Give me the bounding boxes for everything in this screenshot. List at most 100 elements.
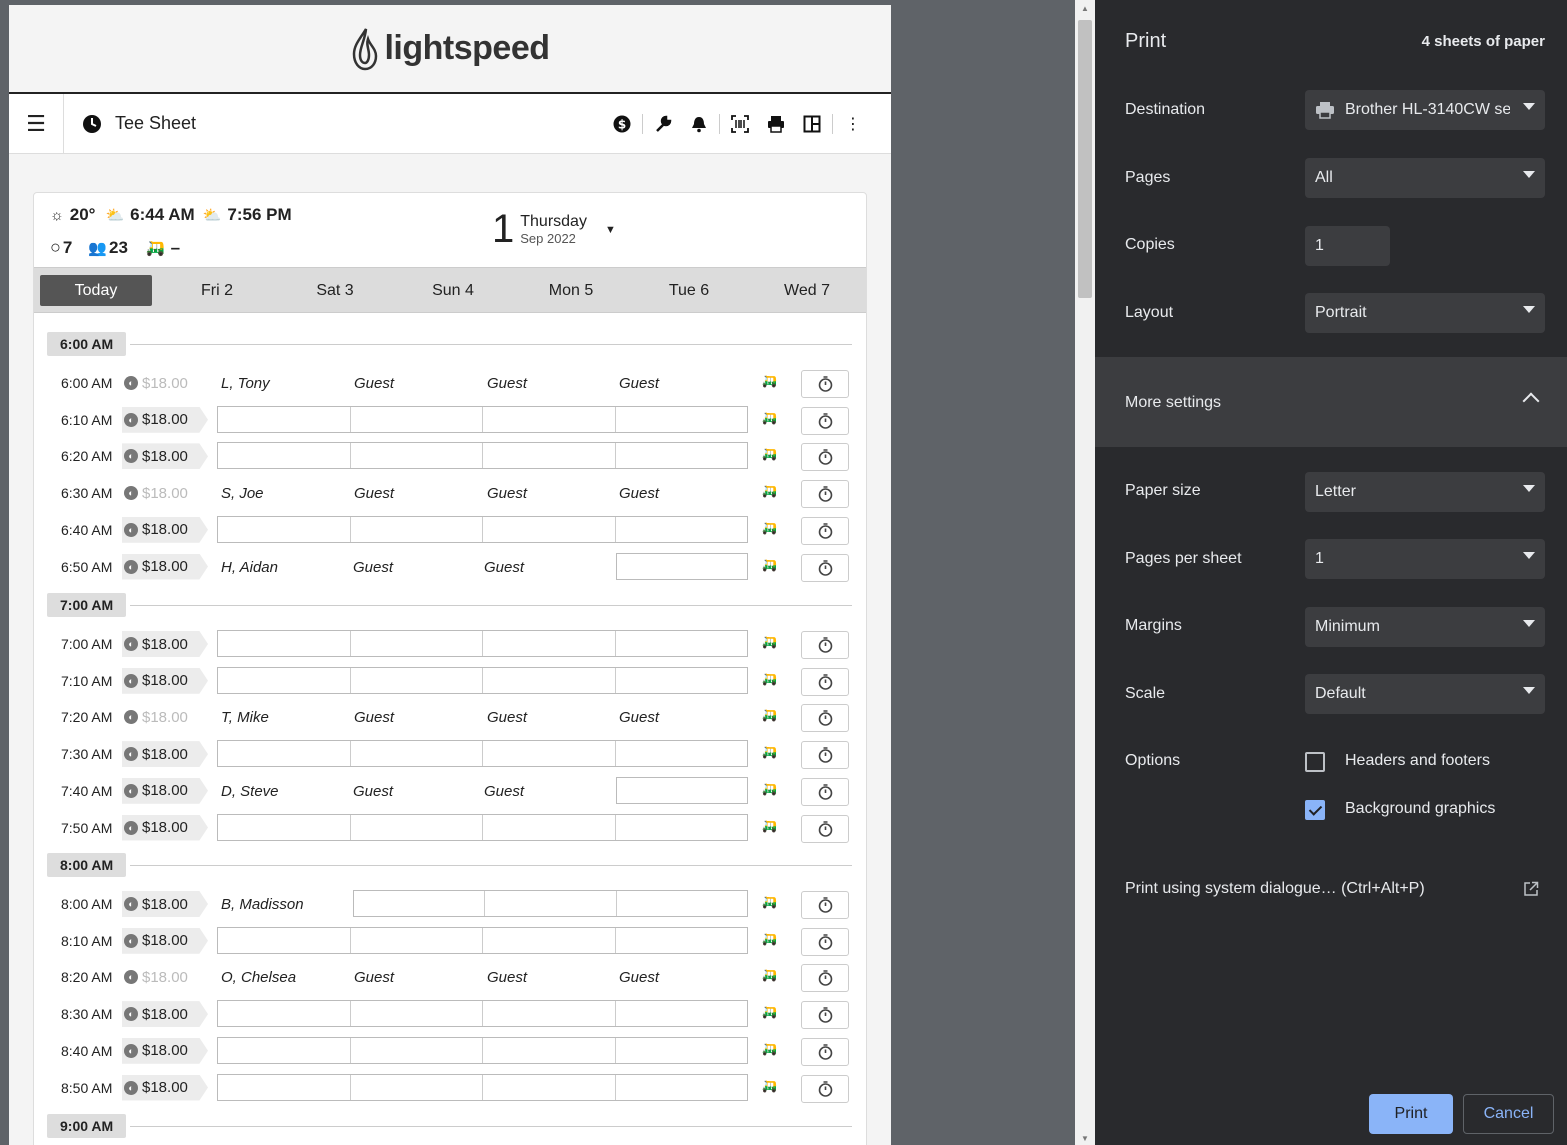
stopwatch-icon[interactable] <box>801 631 849 659</box>
player-name[interactable]: O, Chelsea <box>221 969 296 986</box>
player-name[interactable]: Guest <box>487 709 527 726</box>
player-name[interactable]: Guest <box>487 375 527 392</box>
empty-booking-slot[interactable] <box>616 776 748 804</box>
empty-booking-slot[interactable] <box>217 740 748 768</box>
golf-cart-icon[interactable]: 🛺 <box>762 895 777 909</box>
golf-cart-icon[interactable]: 🛺 <box>762 374 777 388</box>
player-name[interactable]: Guest <box>484 559 524 576</box>
tee-time-row[interactable]: 6:50 AM ◐ $18.00 H, Aidan Guest Guest 🛺 <box>34 552 868 582</box>
stopwatch-icon[interactable] <box>801 964 849 993</box>
golf-cart-icon[interactable]: 🛺 <box>762 521 777 535</box>
stopwatch-icon[interactable] <box>801 927 849 956</box>
headers-footers-label[interactable]: Headers and footers <box>1345 752 1490 770</box>
tee-time-row[interactable]: 8:40 AM ◐ $18.00 🛺 <box>34 1036 868 1066</box>
scroll-up-arrow-icon[interactable]: ▲ <box>1081 4 1089 13</box>
golf-cart-icon[interactable]: 🛺 <box>762 819 777 833</box>
golf-cart-icon[interactable]: 🛺 <box>762 745 777 759</box>
tee-time-row[interactable]: 7:30 AM ◐ $18.00 🛺 <box>34 739 868 770</box>
pages-select[interactable]: All <box>1305 158 1545 198</box>
paper-size-select[interactable]: Letter <box>1305 472 1545 512</box>
stopwatch-icon[interactable] <box>801 777 849 806</box>
background-graphics-checkbox[interactable] <box>1305 800 1325 820</box>
tee-time-row[interactable]: 6:10 AM ◐ $18.00 🛺 <box>34 405 868 435</box>
golf-cart-icon[interactable]: 🛺 <box>762 1042 777 1056</box>
day-tab[interactable]: Today <box>40 274 152 306</box>
player-name[interactable]: B, Madisson <box>221 896 304 913</box>
tee-time-row[interactable]: 7:40 AM ◐ $18.00 D, Steve Guest Guest 🛺 <box>34 776 868 806</box>
day-tab[interactable]: Sat 3 <box>276 275 394 306</box>
empty-booking-slot[interactable] <box>217 1073 748 1101</box>
destination-select[interactable]: Brother HL-3140CW se <box>1305 90 1545 130</box>
stopwatch-icon[interactable] <box>801 443 849 472</box>
pages-per-sheet-select[interactable]: 1 <box>1305 539 1545 579</box>
player-name[interactable]: L, Tony <box>221 375 270 392</box>
stopwatch-icon[interactable] <box>801 741 849 770</box>
scale-select[interactable]: Default <box>1305 674 1545 714</box>
more-vertical-icon[interactable]: ⋮ <box>835 109 871 139</box>
stopwatch-icon[interactable] <box>801 1037 849 1066</box>
headers-footers-checkbox[interactable] <box>1305 752 1325 772</box>
tee-time-row[interactable]: 6:40 AM ◐ $18.00 🛺 <box>34 515 868 545</box>
margins-select[interactable]: Minimum <box>1305 607 1545 647</box>
tee-time-row[interactable]: 7:50 AM ◐ $18.00 🛺 <box>34 813 868 843</box>
empty-booking-slot[interactable] <box>217 630 748 657</box>
tee-time-row[interactable]: 6:20 AM ◐ $18.00 🛺 <box>34 441 868 472</box>
scroll-down-arrow-icon[interactable]: ▼ <box>1081 1134 1089 1143</box>
layout-view-icon[interactable] <box>794 109 830 139</box>
print-button[interactable]: Print <box>1369 1094 1453 1134</box>
golf-cart-icon[interactable]: 🛺 <box>762 635 777 649</box>
player-name[interactable]: Guest <box>619 485 659 502</box>
player-name[interactable]: Guest <box>619 375 659 392</box>
player-name[interactable]: Guest <box>354 375 394 392</box>
stopwatch-icon[interactable] <box>801 704 849 733</box>
player-name[interactable]: Guest <box>487 485 527 502</box>
player-name[interactable]: Guest <box>354 969 394 986</box>
tee-time-row[interactable]: 8:20 AM ◐ $18.00 O, Chelsea Guest Guest Guest 🛺 <box>34 962 868 993</box>
more-settings-toggle[interactable]: More settings <box>1095 357 1567 447</box>
player-name[interactable]: Guest <box>354 485 394 502</box>
day-tab[interactable]: Sun 4 <box>394 275 512 306</box>
empty-booking-slot[interactable] <box>217 1036 748 1064</box>
player-name[interactable]: Guest <box>353 559 393 576</box>
open-external-icon[interactable] <box>1523 881 1539 897</box>
tee-time-row[interactable]: 7:20 AM ◐ $18.00 T, Mike Guest Guest Guest 🛺 <box>34 702 868 733</box>
golf-cart-icon[interactable]: 🛺 <box>762 782 777 796</box>
layout-select[interactable]: Portrait <box>1305 293 1545 333</box>
player-name[interactable]: Guest <box>353 783 393 800</box>
golf-cart-icon[interactable]: 🛺 <box>762 447 777 461</box>
system-dialog-link[interactable]: Print using system dialogue… (Ctrl+Alt+P… <box>1125 880 1425 898</box>
golf-cart-icon[interactable]: 🛺 <box>762 1005 777 1019</box>
stopwatch-icon[interactable] <box>801 891 849 919</box>
day-tab[interactable]: Tue 6 <box>630 275 748 306</box>
printer-icon[interactable] <box>758 109 794 139</box>
golf-cart-icon[interactable]: 🛺 <box>762 558 777 572</box>
wrench-icon[interactable] <box>645 109 681 139</box>
stopwatch-icon[interactable] <box>801 553 849 582</box>
player-name[interactable]: Guest <box>487 969 527 986</box>
player-name[interactable]: Guest <box>619 969 659 986</box>
cancel-button[interactable]: Cancel <box>1463 1094 1554 1134</box>
scroll-thumb[interactable] <box>1078 20 1092 298</box>
player-name[interactable]: Guest <box>619 709 659 726</box>
empty-booking-slot[interactable] <box>217 515 748 543</box>
stopwatch-icon[interactable] <box>801 1074 849 1103</box>
player-name[interactable]: Guest <box>354 709 394 726</box>
date-picker[interactable]: 1 Thursday Sep 2022 ▼ <box>492 207 616 252</box>
barcode-scan-icon[interactable] <box>722 109 758 139</box>
tee-time-row[interactable]: 7:00 AM ◐ $18.00 🛺 <box>34 629 868 659</box>
golf-cart-icon[interactable]: 🛺 <box>762 484 777 498</box>
day-tab[interactable]: Fri 2 <box>158 275 276 306</box>
hamburger-menu-icon[interactable]: ☰ <box>9 93 64 154</box>
empty-booking-slot[interactable] <box>353 890 748 917</box>
stopwatch-icon[interactable] <box>801 667 849 696</box>
empty-booking-slot[interactable] <box>217 1000 748 1028</box>
stopwatch-icon[interactable] <box>801 406 849 435</box>
golf-cart-icon[interactable]: 🛺 <box>762 968 777 982</box>
background-graphics-label[interactable]: Background graphics <box>1345 800 1495 818</box>
golf-cart-icon[interactable]: 🛺 <box>762 672 777 686</box>
preview-scrollbar[interactable]: ▲ ▼ <box>1075 0 1095 1145</box>
golf-cart-icon[interactable]: 🛺 <box>762 932 777 946</box>
golf-cart-icon[interactable]: 🛺 <box>762 411 777 425</box>
dollar-icon[interactable]: $ <box>604 109 640 139</box>
empty-booking-slot[interactable] <box>616 552 748 580</box>
